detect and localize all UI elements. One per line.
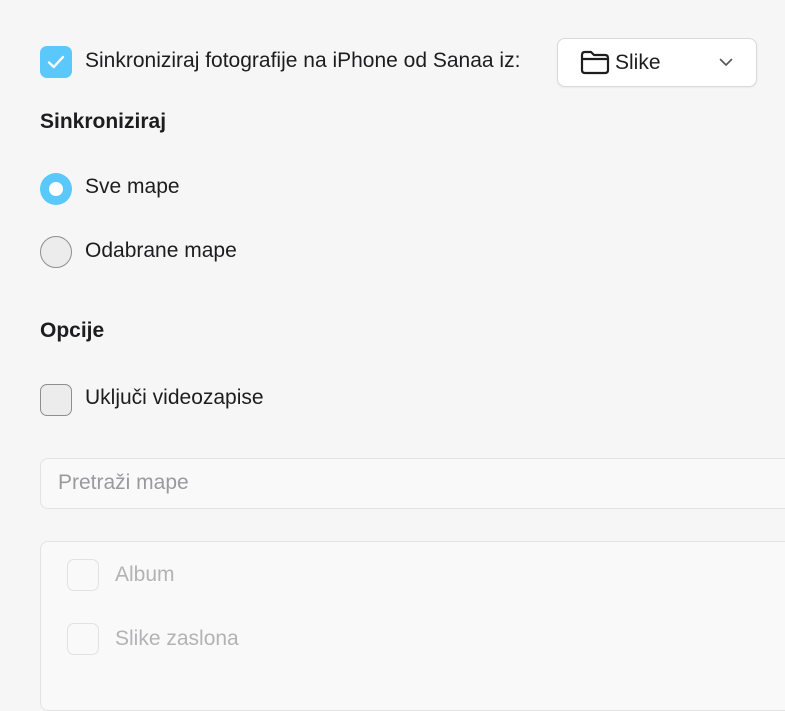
photo-source-dropdown[interactable]: Slike [557,38,757,87]
search-folders-placeholder: Pretraži mape [58,471,189,494]
checkmark-icon [47,55,65,69]
options-section-heading: Opcije [40,319,105,342]
folder-label-album: Album [115,563,175,586]
include-videos-label: Uključi videozapise [85,386,264,409]
photo-source-value: Slike [615,51,661,74]
include-videos-checkbox[interactable] [40,384,72,416]
folder-checkbox-screenshots[interactable] [67,623,99,655]
sync-photos-checkbox[interactable] [40,46,72,78]
folder-label-screenshots: Slike zaslona [115,627,239,650]
sync-section-heading: Sinkroniziraj [40,110,167,133]
radio-dot [49,182,63,196]
selected-folders-radio[interactable] [40,236,72,268]
folder-list: Album Slike zaslona [40,541,785,711]
search-folders-input[interactable]: Pretraži mape [40,458,785,509]
all-folders-radio[interactable] [40,173,72,205]
folder-icon [580,50,610,75]
all-folders-label: Sve mape [85,175,180,198]
chevron-down-icon [719,58,733,66]
folder-checkbox-album[interactable] [67,559,99,591]
sync-photos-label: Sinkroniziraj fotografije na iPhone od S… [85,49,521,72]
selected-folders-label: Odabrane mape [85,239,237,262]
